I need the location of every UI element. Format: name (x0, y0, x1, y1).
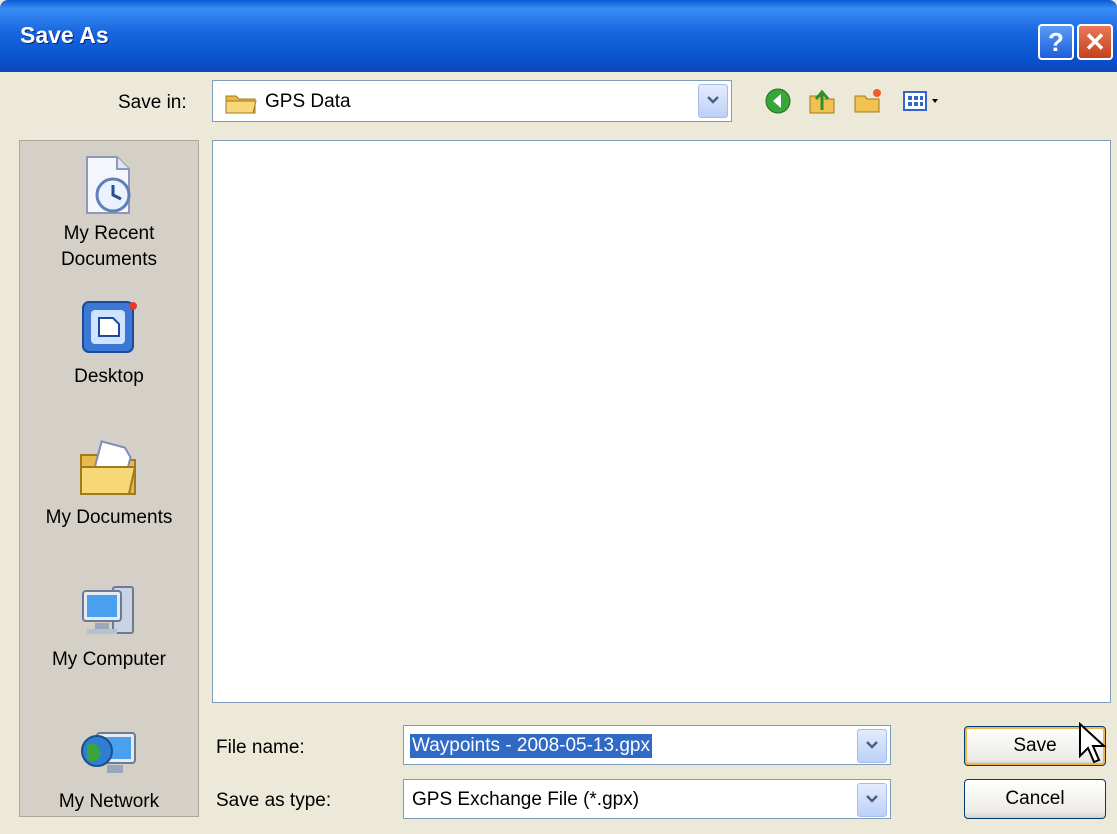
cancel-button-label: Cancel (1005, 788, 1065, 809)
view-menu-icon[interactable] (902, 86, 946, 116)
place-my-network[interactable]: My Network (20, 721, 198, 815)
new-folder-icon[interactable] (852, 86, 884, 116)
up-folder-icon[interactable] (806, 86, 838, 116)
close-button[interactable]: ✕ (1077, 24, 1113, 60)
help-button[interactable]: ? (1038, 24, 1074, 60)
recent-documents-icon (77, 153, 141, 217)
desktop-icon (77, 296, 141, 360)
save-button-label: Save (1013, 735, 1057, 756)
window-title: Save As (20, 22, 109, 48)
save-as-type-label: Save as type: (216, 790, 332, 811)
file-name-label: File name: (216, 737, 305, 758)
my-computer-icon (77, 579, 141, 643)
back-icon[interactable] (762, 86, 794, 116)
save-as-type-value: GPS Exchange File (*.gpx) (412, 789, 640, 810)
file-name-value: Waypoints - 2008-05-13.gpx (410, 734, 652, 758)
place-my-documents[interactable]: My Documents (20, 437, 198, 531)
save-as-dialog: Save As ? ✕ Save in: GPS Data My Recent … (0, 0, 1117, 834)
place-label: Desktop (74, 366, 144, 387)
my-documents-icon (77, 437, 141, 501)
chevron-down-icon (865, 737, 879, 755)
cancel-button[interactable]: Cancel (964, 779, 1106, 819)
place-label: Documents (60, 249, 158, 270)
save-in-dropdown-button[interactable] (698, 84, 728, 118)
save-as-type-dropdown[interactable]: GPS Exchange File (*.gpx) (403, 779, 891, 819)
file-list[interactable] (212, 140, 1111, 703)
file-name-dropdown-button[interactable] (857, 729, 887, 763)
help-icon: ? (1048, 26, 1064, 57)
save-as-type-dropdown-button[interactable] (857, 783, 887, 817)
places-bar: My Recent Documents Desktop My Documents… (19, 140, 199, 817)
save-in-value: GPS Data (265, 91, 351, 112)
place-desktop[interactable]: Desktop (20, 296, 198, 390)
chevron-down-icon (706, 92, 720, 110)
place-label: My Computer (51, 649, 167, 670)
place-label: My Recent (63, 223, 155, 244)
save-in-label: Save in: (118, 92, 187, 113)
save-in-dropdown[interactable]: GPS Data (212, 80, 732, 122)
mouse-pointer-icon (1078, 721, 1108, 771)
title-bar[interactable]: Save As ? ✕ (0, 0, 1117, 72)
place-my-computer[interactable]: My Computer (20, 579, 198, 673)
my-network-icon (77, 721, 141, 785)
place-label: My Network (58, 791, 160, 812)
place-label: My Documents (45, 507, 173, 528)
close-icon: ✕ (1084, 26, 1106, 57)
place-my-recent-documents[interactable]: My Recent Documents (20, 153, 198, 273)
file-name-field[interactable]: Waypoints - 2008-05-13.gpx (403, 725, 891, 765)
folder-icon (225, 92, 257, 119)
chevron-down-icon (865, 791, 879, 809)
